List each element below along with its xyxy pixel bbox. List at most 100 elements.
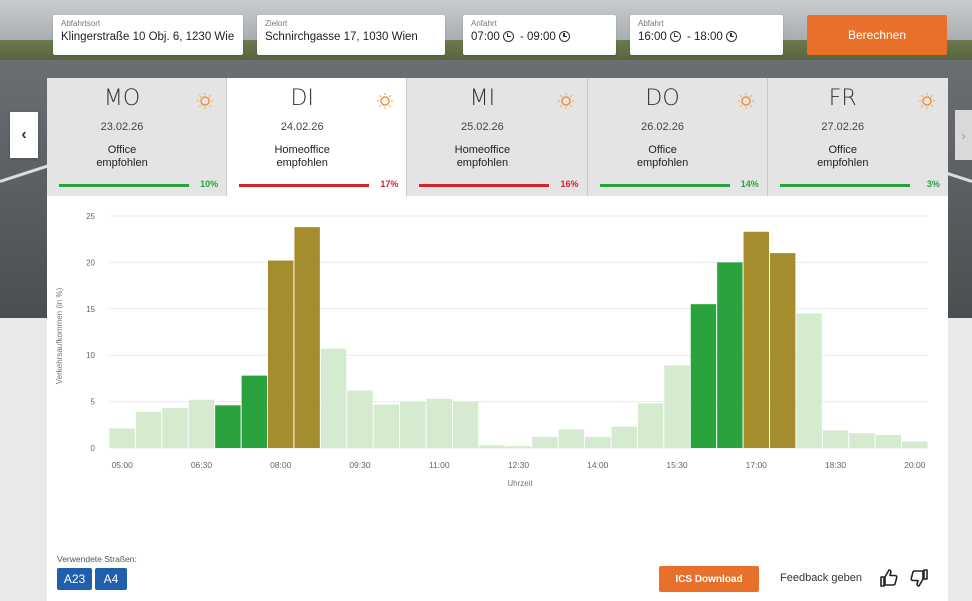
y-tick-label: 0 — [91, 444, 96, 453]
calculate-button[interactable]: Berechnen — [807, 15, 947, 55]
chart-bar[interactable] — [743, 231, 769, 448]
arrival-field[interactable]: Anfahrt 07:00 - 09:00 — [463, 15, 616, 55]
x-tick-label: 20:00 — [904, 460, 926, 470]
chart-bar[interactable] — [479, 445, 505, 448]
clock-icon[interactable] — [558, 31, 570, 42]
chart-bar[interactable] — [558, 429, 585, 448]
next-week-button[interactable]: › — [955, 110, 972, 160]
day-percentage: 14% — [740, 179, 759, 189]
chart-bar[interactable] — [347, 390, 373, 448]
road-tag-a4: A4 — [95, 568, 127, 590]
day-recommendation: Office empfohlen — [96, 144, 148, 169]
chart-bar[interactable] — [452, 401, 479, 448]
day-tab-fr[interactable]: FR 27.02.26 Office empfohlen 3% — [767, 78, 948, 196]
day-date: 26.02.26 — [641, 121, 684, 133]
chart-bar[interactable] — [664, 365, 690, 448]
chart-bar[interactable] — [426, 398, 452, 448]
day-tab-do[interactable]: DO 26.02.26 Office empfohlen 14% — [587, 78, 768, 196]
chart-bar[interactable] — [505, 446, 532, 448]
day-name: MO — [103, 86, 141, 111]
chart-bar[interactable] — [849, 433, 875, 448]
departure-to-input[interactable]: 18:00 — [694, 31, 723, 43]
departure-from-input[interactable]: 16:00 — [638, 31, 667, 43]
chart-bar[interactable] — [188, 399, 215, 448]
day-bar — [599, 184, 730, 187]
day-tab-di[interactable]: DI 24.02.26 Homeoffice empfohlen 17% — [227, 78, 408, 196]
origin-field[interactable]: Abfahrtsort Klingerstraße 10 Obj. 6, 123… — [53, 15, 243, 55]
sun-icon — [197, 92, 214, 110]
chart-bar[interactable] — [532, 436, 558, 448]
day-date: 25.02.26 — [460, 121, 504, 133]
day-tab-mo[interactable]: MO 23.02.26 Office empfohlen 10% — [47, 78, 228, 196]
day-date: 27.02.26 — [821, 121, 865, 133]
chart-bar[interactable] — [717, 262, 743, 448]
chart-bar[interactable] — [373, 404, 400, 448]
x-tick-label: 15:30 — [666, 460, 688, 470]
clock-icon[interactable] — [669, 31, 681, 42]
chart-bar[interactable] — [400, 401, 426, 448]
clock-icon[interactable] — [725, 31, 737, 42]
chart-bar[interactable] — [796, 313, 822, 448]
origin-input[interactable]: Klingerstraße 10 Obj. 6, 1230 Wien — [61, 31, 235, 43]
y-tick-label: 5 — [91, 398, 96, 407]
destination-field[interactable]: Zielort Schnirchgasse 17, 1030 Wien — [257, 15, 445, 55]
x-tick-label: 11:00 — [429, 460, 450, 470]
x-tick-label: 09:30 — [349, 460, 371, 470]
day-name: DI — [290, 86, 314, 111]
thumbs-down-icon[interactable] — [909, 568, 929, 588]
day-percentage: 16% — [560, 179, 579, 189]
x-tick-label: 14:00 — [587, 460, 609, 470]
chart-bar[interactable] — [637, 403, 664, 448]
chart-bar[interactable] — [585, 436, 611, 448]
departure-field[interactable]: Abfahrt 16:00 - 18:00 — [630, 15, 783, 55]
x-tick-label: 18:30 — [825, 460, 847, 470]
y-tick-label: 25 — [86, 212, 95, 221]
y-tick-label: 15 — [86, 305, 95, 314]
chart-bar[interactable] — [822, 430, 849, 448]
traffic-chart: 0 5 10 15 20 25 05:00 06:30 08:00 09:30 11:00 12:3… — [55, 212, 928, 488]
day-recommendation: Office empfohlen — [817, 144, 869, 169]
day-tabs: MO 23.02.26 Office empfohlen 10% DI 24.02… — [47, 78, 948, 196]
chart-bar[interactable] — [241, 375, 268, 448]
day-bar — [419, 184, 550, 187]
chart-bar[interactable] — [875, 435, 902, 448]
sun-icon — [557, 92, 574, 110]
day-percentage: 3% — [926, 179, 940, 189]
day-name: DO — [645, 86, 680, 111]
thumbs-up-icon[interactable] — [879, 568, 899, 588]
x-tick-label: 05:00 — [112, 460, 134, 470]
day-name: FR — [828, 86, 857, 111]
chart-bar[interactable] — [162, 408, 188, 448]
chart-bar[interactable] — [769, 253, 796, 448]
ics-download-button[interactable]: ICS Download — [659, 566, 759, 592]
chart-bar[interactable] — [268, 260, 294, 448]
sun-icon — [737, 92, 754, 110]
prev-week-button[interactable]: ‹ — [10, 112, 38, 158]
chart-bar[interactable] — [294, 227, 320, 448]
arrival-from-input[interactable]: 07:00 — [471, 31, 500, 43]
chart-bar[interactable] — [135, 411, 162, 448]
x-tick-label: 12:30 — [508, 460, 530, 470]
main-panel: MO 23.02.26 Office empfohlen 10% DI 24.02… — [47, 78, 948, 601]
chart-bar[interactable] — [109, 428, 135, 448]
arrival-to-input[interactable]: 09:00 — [527, 31, 556, 43]
chart-bar[interactable] — [690, 304, 717, 448]
chart-bar[interactable] — [611, 426, 637, 448]
x-tick-label: 06:30 — [191, 460, 213, 470]
day-bar — [239, 184, 370, 187]
y-tick-label: 10 — [86, 351, 95, 360]
chart-bar[interactable] — [215, 405, 241, 448]
day-tab-mi[interactable]: MI 25.02.26 Homeoffice empfohlen 16% — [407, 78, 588, 196]
day-date: 24.02.26 — [280, 121, 324, 133]
destination-input[interactable]: Schnirchgasse 17, 1030 Wien — [265, 31, 437, 43]
chevron-left-icon: ‹ — [21, 126, 27, 143]
sun-icon — [377, 92, 394, 110]
departure-label: Abfahrt — [638, 19, 664, 28]
chart-bar[interactable] — [320, 348, 347, 448]
x-axis-label: Uhrzeit — [507, 479, 533, 488]
clock-icon[interactable] — [502, 31, 514, 42]
chevron-right-icon: › — [961, 127, 966, 143]
road-tag-a23: A23 — [57, 568, 92, 590]
day-percentage: 10% — [200, 179, 219, 189]
chart-bar[interactable] — [902, 441, 928, 448]
